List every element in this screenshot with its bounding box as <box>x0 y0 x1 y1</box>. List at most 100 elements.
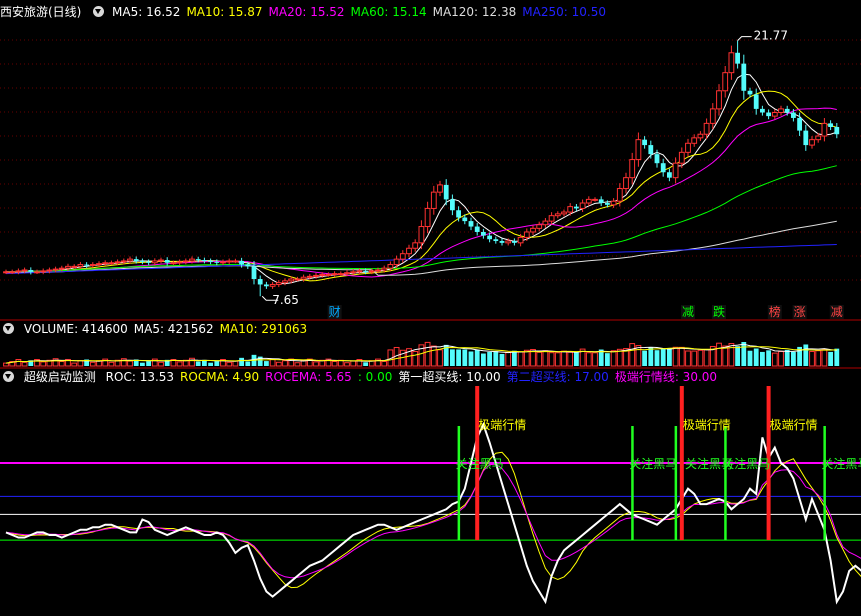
volume-bars <box>3 341 840 367</box>
candle-body <box>133 259 139 261</box>
event-badge-text: 涨 <box>794 304 806 319</box>
volume-bar <box>412 350 419 367</box>
volume-bar <box>697 349 704 367</box>
volume-bar <box>239 357 244 366</box>
legend-item: : 0.00 <box>357 370 393 384</box>
volume-bar <box>505 351 512 367</box>
candle-body <box>548 215 555 222</box>
volume-bar <box>828 351 833 366</box>
legend-item: MA60: 15.14 <box>350 5 427 19</box>
volume-bar <box>40 361 47 367</box>
volume-bar <box>140 362 145 366</box>
legend-item: 第一超买线: 10.00 <box>398 370 501 384</box>
candle-body <box>766 112 771 117</box>
volume-bar <box>264 361 269 366</box>
volume-bar <box>803 344 809 366</box>
volume-bar <box>71 362 78 367</box>
candle-body <box>517 236 524 244</box>
volume-bar <box>821 348 828 367</box>
candle-body <box>3 271 9 274</box>
volume-bar <box>648 347 654 366</box>
candle-body <box>399 253 406 260</box>
volume-bar <box>784 349 790 366</box>
candle-body <box>418 226 425 244</box>
volume-bar <box>344 362 350 367</box>
legend-item: MA5: 16.52 <box>112 5 181 19</box>
candle-body <box>288 278 295 282</box>
candle-body <box>257 279 263 285</box>
candle-body <box>741 63 747 91</box>
collapse-icon[interactable] <box>93 6 105 17</box>
candle-body <box>344 272 350 275</box>
candle-body <box>678 151 685 164</box>
extreme-label: 极端行情 <box>478 418 526 432</box>
candle-body <box>368 270 375 273</box>
legend-item: ROC: 13.53 <box>105 370 175 384</box>
volume-bar <box>313 361 319 367</box>
volume-bar <box>523 349 530 367</box>
candle-body <box>605 203 610 205</box>
legend-item: MA120: 12.38 <box>432 5 517 19</box>
legend-item: ROCMA: 4.90 <box>180 370 260 384</box>
volume-bar <box>232 360 239 367</box>
volume-bar <box>567 351 574 367</box>
collapse-icon[interactable] <box>3 323 14 334</box>
candle-body <box>667 172 672 178</box>
candle-body <box>96 263 102 266</box>
candle-body <box>629 159 636 179</box>
volume-bar <box>592 352 598 367</box>
indicator-title: 超级启动监测 <box>23 370 96 384</box>
candle-body <box>579 202 586 209</box>
volume-bar <box>672 346 679 367</box>
candle-body <box>269 283 276 287</box>
volume-bar <box>350 360 357 367</box>
volume-bar <box>735 346 740 366</box>
volume-bar <box>741 342 747 366</box>
candle-body <box>65 265 71 269</box>
volume-bar <box>809 350 815 367</box>
candle-body <box>443 184 449 200</box>
candle-body <box>375 269 381 272</box>
candle-body <box>77 264 84 267</box>
candle-body <box>672 162 679 179</box>
attention-signal-bar <box>457 426 461 541</box>
rocma-line <box>5 451 861 589</box>
candle-body <box>635 139 642 161</box>
candle-body <box>505 240 512 244</box>
legend-item: 第二超买线: 17.00 <box>506 370 609 384</box>
candle-body <box>325 274 332 277</box>
volume-bar <box>585 352 592 367</box>
indicator-levels <box>0 462 861 541</box>
candle-body <box>536 224 543 229</box>
attention-label: 关注黑马 <box>456 456 504 471</box>
candle-body <box>610 200 617 206</box>
volume-bar <box>282 360 288 367</box>
candle-body <box>151 260 158 264</box>
candle-body <box>306 275 313 278</box>
volume-bar <box>716 342 722 367</box>
candle-body <box>176 261 183 264</box>
candle-body <box>437 184 443 193</box>
indicator-legend: 超级启动监测 ROC: 13.53 ROCMA: 4.90 ROCEMA: 5.65… <box>0 368 723 386</box>
candle-body <box>220 261 226 264</box>
attention-label: 关注黑马 <box>821 456 861 471</box>
candle-body <box>481 231 486 236</box>
collapse-icon[interactable] <box>3 371 14 382</box>
candle-body <box>282 280 288 284</box>
volume-bar <box>77 360 84 367</box>
volume-bar <box>214 361 220 366</box>
candle-body <box>331 273 338 276</box>
volume-bar <box>747 350 753 366</box>
candle-body <box>393 258 400 266</box>
volume-bar <box>437 349 443 367</box>
volume-bar <box>3 362 9 367</box>
candle-body <box>523 231 530 238</box>
candle-body <box>319 274 326 277</box>
volume-bar <box>493 351 499 366</box>
legend-item: MA20: 15.52 <box>268 5 345 19</box>
volume-bar <box>815 350 822 367</box>
candle-body <box>381 267 388 271</box>
candle-body <box>797 117 802 131</box>
candle-body <box>406 247 412 255</box>
volume-bar <box>468 351 474 366</box>
